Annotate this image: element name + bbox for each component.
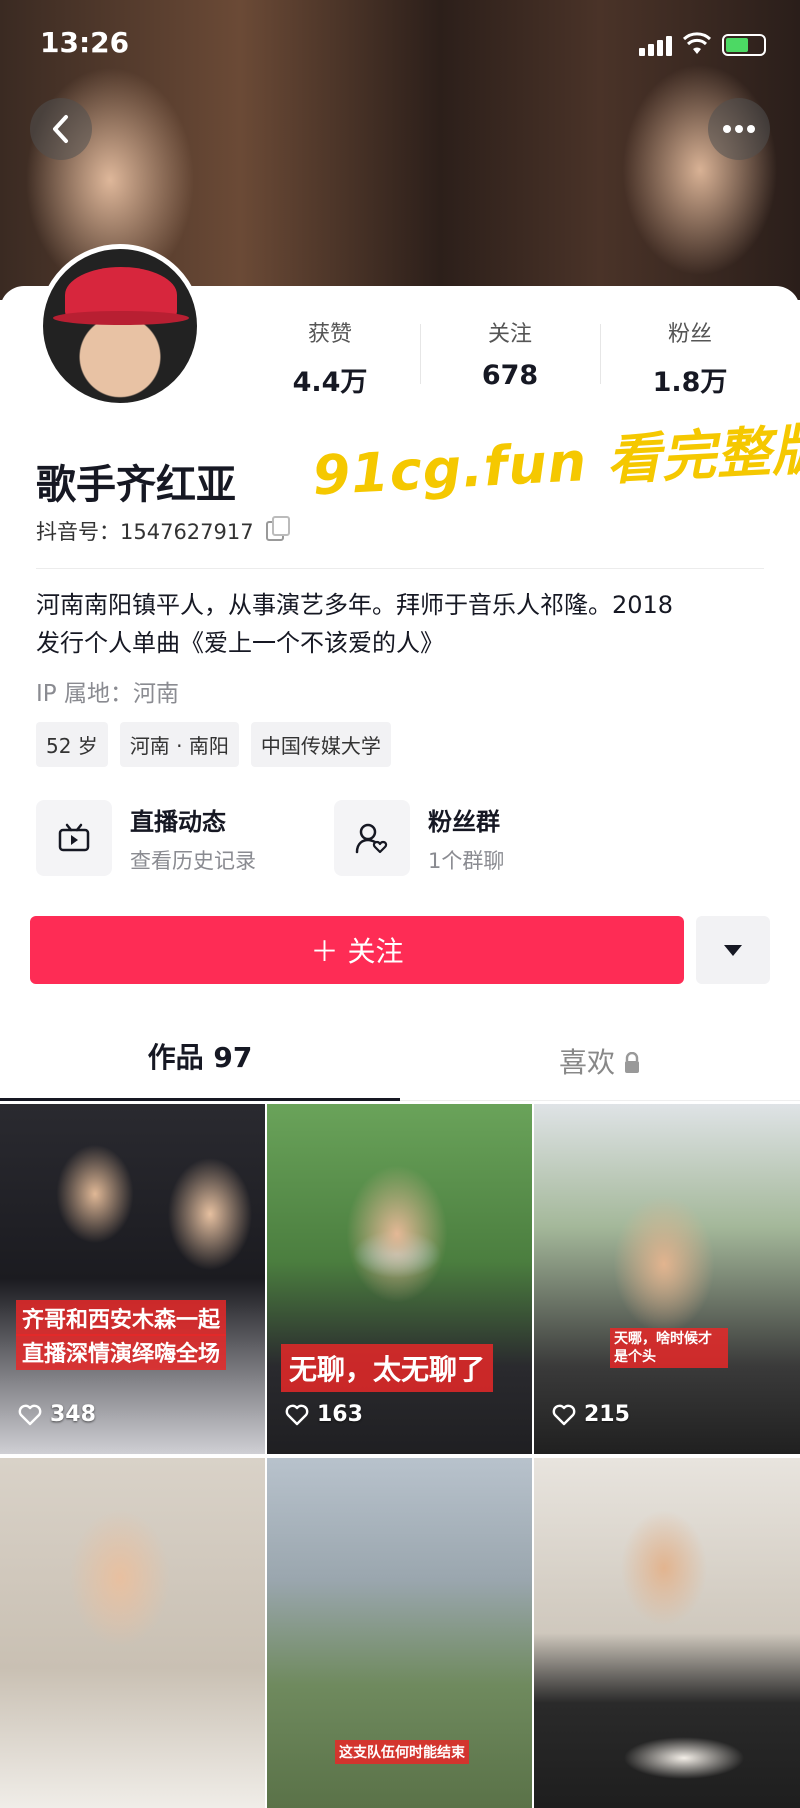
feature-title: 粉丝群 [428, 807, 500, 836]
profile-card: 获赞 4.4万 关注 678 粉丝 1.8万 歌手齐红亚 91cg.fun 看完… [0, 244, 800, 1808]
tv-icon [36, 800, 112, 876]
like-count: 215 [584, 1402, 630, 1427]
copy-icon[interactable] [265, 516, 290, 541]
account-id: 1547627917 [120, 520, 254, 544]
video-thumbnail[interactable] [0, 1458, 265, 1808]
wifi-icon [682, 32, 712, 54]
video-like-count: 348 [18, 1402, 96, 1427]
battery-icon [722, 34, 766, 56]
bio-line: 河南南阳镇平人，从事演艺多年。拜师于音乐人祁隆。2018 [36, 591, 674, 619]
live-history-entry[interactable]: 直播动态 查看历史记录 [36, 800, 256, 876]
recommend-dropdown-button[interactable] [696, 916, 770, 984]
stat-likes[interactable]: 获赞 4.4万 [240, 316, 420, 399]
status-time: 13:26 [40, 26, 130, 59]
stat-value: 678 [481, 360, 539, 391]
stat-following[interactable]: 关注 678 [420, 316, 600, 399]
fan-group-entry[interactable]: 粉丝群 1个群聊 [334, 800, 504, 876]
video-thumbnail[interactable]: 齐哥和西安木森一起 直播深情演绎嗨全场 348 [0, 1104, 265, 1454]
avatar[interactable] [38, 244, 202, 408]
profile-tags: 52 岁 河南 · 南阳 中国传媒大学 [36, 722, 391, 767]
account-id-row: 抖音号：1547627917 [36, 516, 290, 546]
chevron-left-icon [53, 115, 68, 143]
heart-icon [285, 1404, 309, 1425]
stat-value: 4.4万 [292, 367, 368, 398]
tag-location: 河南 · 南阳 [119, 722, 239, 767]
video-caption: 齐哥和西安木森一起 [16, 1300, 227, 1336]
fan-group-icon [334, 800, 410, 876]
video-like-count: 215 [552, 1402, 630, 1427]
watermark-text: 91cg.fun 看完整版 [310, 417, 800, 508]
caret-down-icon [724, 945, 742, 956]
profile-stats: 获赞 4.4万 关注 678 粉丝 1.8万 [240, 316, 780, 399]
stat-label: 关注 [487, 322, 532, 347]
tag-age: 52 岁 [36, 722, 108, 767]
more-options-button[interactable] [708, 98, 770, 160]
video-caption: 这支队伍何时能结束 [335, 1740, 469, 1764]
profile-bio: 河南南阳镇平人，从事演艺多年。拜师于音乐人祁隆。2018 发行个人单曲《爱上一个… [36, 586, 776, 662]
tab-likes[interactable]: 喜欢 [400, 1026, 800, 1100]
profile-name: 歌手齐红亚 [36, 462, 236, 508]
cellular-signal-icon [639, 36, 672, 56]
stat-label: 粉丝 [667, 322, 712, 347]
tab-works[interactable]: 作品 97 [0, 1026, 400, 1101]
status-bar: 13:26 [0, 26, 800, 66]
profile-tabs: 作品 97 喜欢 [0, 1026, 800, 1101]
bio-line: 发行个人单曲《爱上一个不该爱的人》 [36, 629, 444, 657]
feature-subtitle: 1个群聊 [428, 848, 505, 873]
video-thumbnail[interactable]: 这支队伍何时能结束 [267, 1458, 532, 1808]
video-thumbnail[interactable]: 无聊，太无聊了 163 [267, 1104, 532, 1454]
feature-subtitle: 查看历史记录 [130, 848, 256, 873]
stat-label: 获赞 [307, 322, 352, 347]
video-thumbnail[interactable] [534, 1458, 800, 1808]
feature-title: 直播动态 [130, 807, 226, 836]
video-grid: 齐哥和西安木森一起 直播深情演绎嗨全场 348 无聊，太无聊了 163 天哪，啥… [0, 1104, 800, 1808]
like-count: 348 [50, 1402, 96, 1427]
stat-followers[interactable]: 粉丝 1.8万 [600, 316, 780, 399]
like-count: 163 [317, 1402, 363, 1427]
ip-location: IP 属地：河南 [36, 681, 179, 707]
tab-likes-label: 喜欢 [558, 1046, 615, 1079]
status-icons [639, 32, 766, 56]
tag-school[interactable]: 中国传媒大学 [250, 722, 391, 767]
video-thumbnail[interactable]: 天哪，啥时候才是个头 215 [534, 1104, 800, 1454]
video-like-count: 163 [285, 1402, 363, 1427]
account-label: 抖音号： [36, 520, 120, 544]
lock-icon [625, 1052, 639, 1073]
stat-value: 1.8万 [652, 367, 728, 398]
divider [36, 568, 764, 569]
more-dots-icon [723, 125, 755, 133]
video-caption: 天哪，啥时候才是个头 [610, 1328, 728, 1368]
video-caption: 直播深情演绎嗨全场 [16, 1334, 227, 1370]
heart-icon [552, 1404, 576, 1425]
video-caption: 无聊，太无聊了 [281, 1344, 494, 1392]
heart-icon [18, 1404, 42, 1425]
follow-button[interactable]: ＋ 关注 [30, 916, 684, 984]
back-button[interactable] [30, 98, 92, 160]
